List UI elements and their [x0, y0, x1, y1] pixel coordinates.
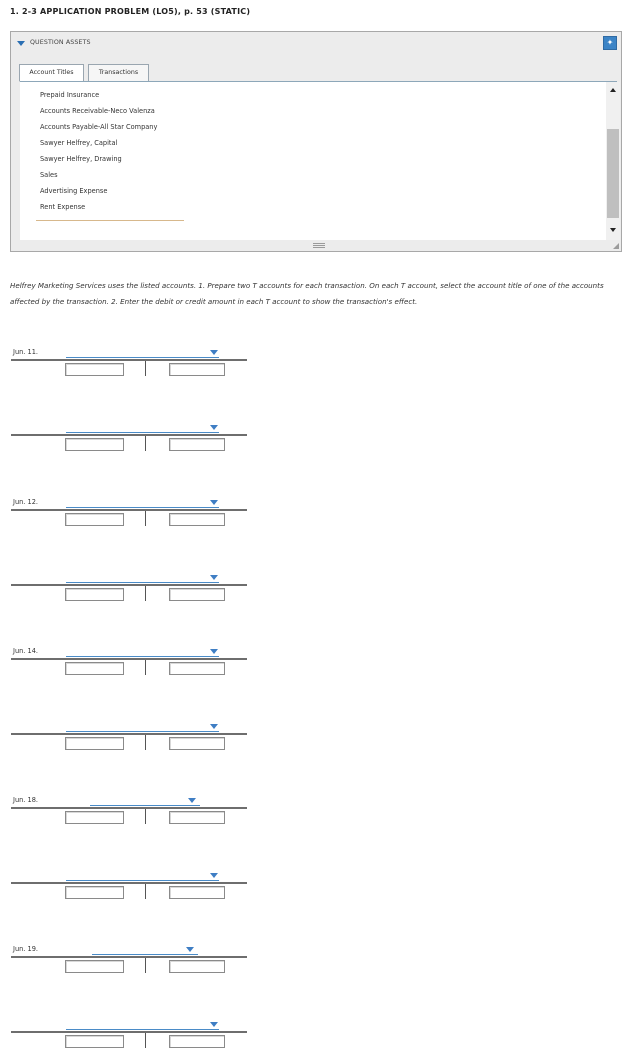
credit-amount-input[interactable]: [169, 363, 225, 376]
t-account-top-line: [11, 658, 247, 660]
t-account-top-line: [11, 434, 247, 436]
list-item: Accounts Payable-All Star Company: [40, 123, 158, 131]
account-title-select[interactable]: [66, 1029, 219, 1030]
t-account-divider: [145, 735, 146, 750]
tab-account-titles[interactable]: Account Titles: [19, 64, 84, 82]
t-account-top-line: [11, 733, 247, 735]
problem-title: 1. 2-3 APPLICATION PROBLEM (LO5), p. 53 …: [10, 7, 251, 16]
account-title-select[interactable]: [90, 805, 200, 806]
debit-amount-input[interactable]: [65, 363, 124, 376]
credit-amount-input[interactable]: [169, 960, 225, 973]
vertical-scrollbar[interactable]: [606, 82, 620, 240]
list-item: Accounts Receivable-Neco Valenza: [40, 107, 155, 115]
transaction-date: Jun. 14.: [13, 647, 38, 655]
list-item: Advertising Expense: [40, 187, 108, 195]
question-assets-label: QUESTION ASSETS: [30, 39, 91, 46]
credit-amount-input[interactable]: [169, 588, 225, 601]
debit-amount-input[interactable]: [65, 513, 124, 526]
chevron-down-icon[interactable]: [210, 873, 218, 878]
transaction-date: Jun. 19.: [13, 945, 38, 953]
t-account-top-line: [11, 359, 247, 361]
account-title-select[interactable]: [92, 954, 198, 955]
transaction-date: Jun. 18.: [13, 796, 38, 804]
chevron-down-icon[interactable]: [210, 575, 218, 580]
panel-drag-grip[interactable]: [313, 243, 325, 249]
debit-amount-input[interactable]: [65, 960, 124, 973]
t-account-divider: [145, 586, 146, 601]
chevron-down-icon[interactable]: [210, 425, 218, 430]
account-title-select[interactable]: [66, 507, 219, 508]
scrollbar-thumb[interactable]: [607, 129, 619, 218]
chevron-down-icon[interactable]: [210, 1022, 218, 1027]
t-account-divider: [145, 660, 146, 675]
t-account-top-line: [11, 882, 247, 884]
debit-amount-input[interactable]: [65, 811, 124, 824]
account-title-select[interactable]: [66, 432, 219, 433]
credit-amount-input[interactable]: [169, 811, 225, 824]
chevron-down-icon[interactable]: [210, 500, 218, 505]
t-account-top-line: [11, 584, 247, 586]
arrow-down-icon[interactable]: [610, 228, 616, 232]
debit-amount-input[interactable]: [65, 662, 124, 675]
account-title-select[interactable]: [66, 880, 219, 881]
account-title-select[interactable]: [66, 357, 219, 358]
transaction-date: Jun. 11.: [13, 348, 38, 356]
debit-amount-input[interactable]: [65, 588, 124, 601]
credit-amount-input[interactable]: [169, 1035, 225, 1048]
list-item: Prepaid Insurance: [40, 91, 100, 99]
account-title-select[interactable]: [66, 656, 219, 657]
arrow-up-icon[interactable]: [610, 88, 616, 92]
t-account-top-line: [11, 1031, 247, 1033]
t-account-top-line: [11, 509, 247, 511]
t-account-divider: [145, 361, 146, 376]
chevron-down-icon[interactable]: [188, 798, 196, 803]
t-account-top-line: [11, 956, 247, 958]
t-account-top-line: [11, 807, 247, 809]
list-item: Sales: [40, 171, 58, 179]
t-account-divider: [145, 884, 146, 899]
debit-amount-input[interactable]: [65, 886, 124, 899]
list-item: Sawyer Helfrey, Drawing: [40, 155, 122, 163]
chevron-down-icon[interactable]: [186, 947, 194, 952]
credit-amount-input[interactable]: [169, 662, 225, 675]
debit-amount-input[interactable]: [65, 438, 124, 451]
debit-amount-input[interactable]: [65, 1035, 124, 1048]
t-account-divider: [145, 436, 146, 451]
chevron-down-icon[interactable]: [210, 350, 218, 355]
t-account-divider: [145, 958, 146, 973]
credit-amount-input[interactable]: [169, 737, 225, 750]
question-assets-header[interactable]: QUESTION ASSETS ✦: [11, 32, 621, 54]
question-assets-panel: QUESTION ASSETS ✦ Account Titles Transac…: [10, 31, 622, 252]
list-end-divider: [36, 220, 184, 221]
list-item: Sawyer Helfrey, Capital: [40, 139, 118, 147]
caret-down-icon[interactable]: [17, 41, 25, 46]
instructions-text: Helfrey Marketing Services uses the list…: [10, 281, 604, 306]
t-account-divider: [145, 511, 146, 526]
t-account-divider: [145, 809, 146, 824]
account-titles-list: Prepaid Insurance Accounts Receivable-Ne…: [20, 82, 606, 240]
t-account-divider: [145, 1033, 146, 1048]
chevron-down-icon[interactable]: [210, 649, 218, 654]
debit-amount-input[interactable]: [65, 737, 124, 750]
chevron-down-icon[interactable]: [210, 724, 218, 729]
list-item: Rent Expense: [40, 203, 86, 211]
pin-icon[interactable]: ✦: [603, 36, 617, 50]
account-title-select[interactable]: [66, 582, 219, 583]
account-title-select[interactable]: [66, 731, 219, 732]
credit-amount-input[interactable]: [169, 886, 225, 899]
transaction-date: Jun. 12.: [13, 498, 38, 506]
credit-amount-input[interactable]: [169, 513, 225, 526]
resize-handle-icon[interactable]: [613, 243, 619, 249]
tab-transactions[interactable]: Transactions: [88, 64, 149, 82]
credit-amount-input[interactable]: [169, 438, 225, 451]
